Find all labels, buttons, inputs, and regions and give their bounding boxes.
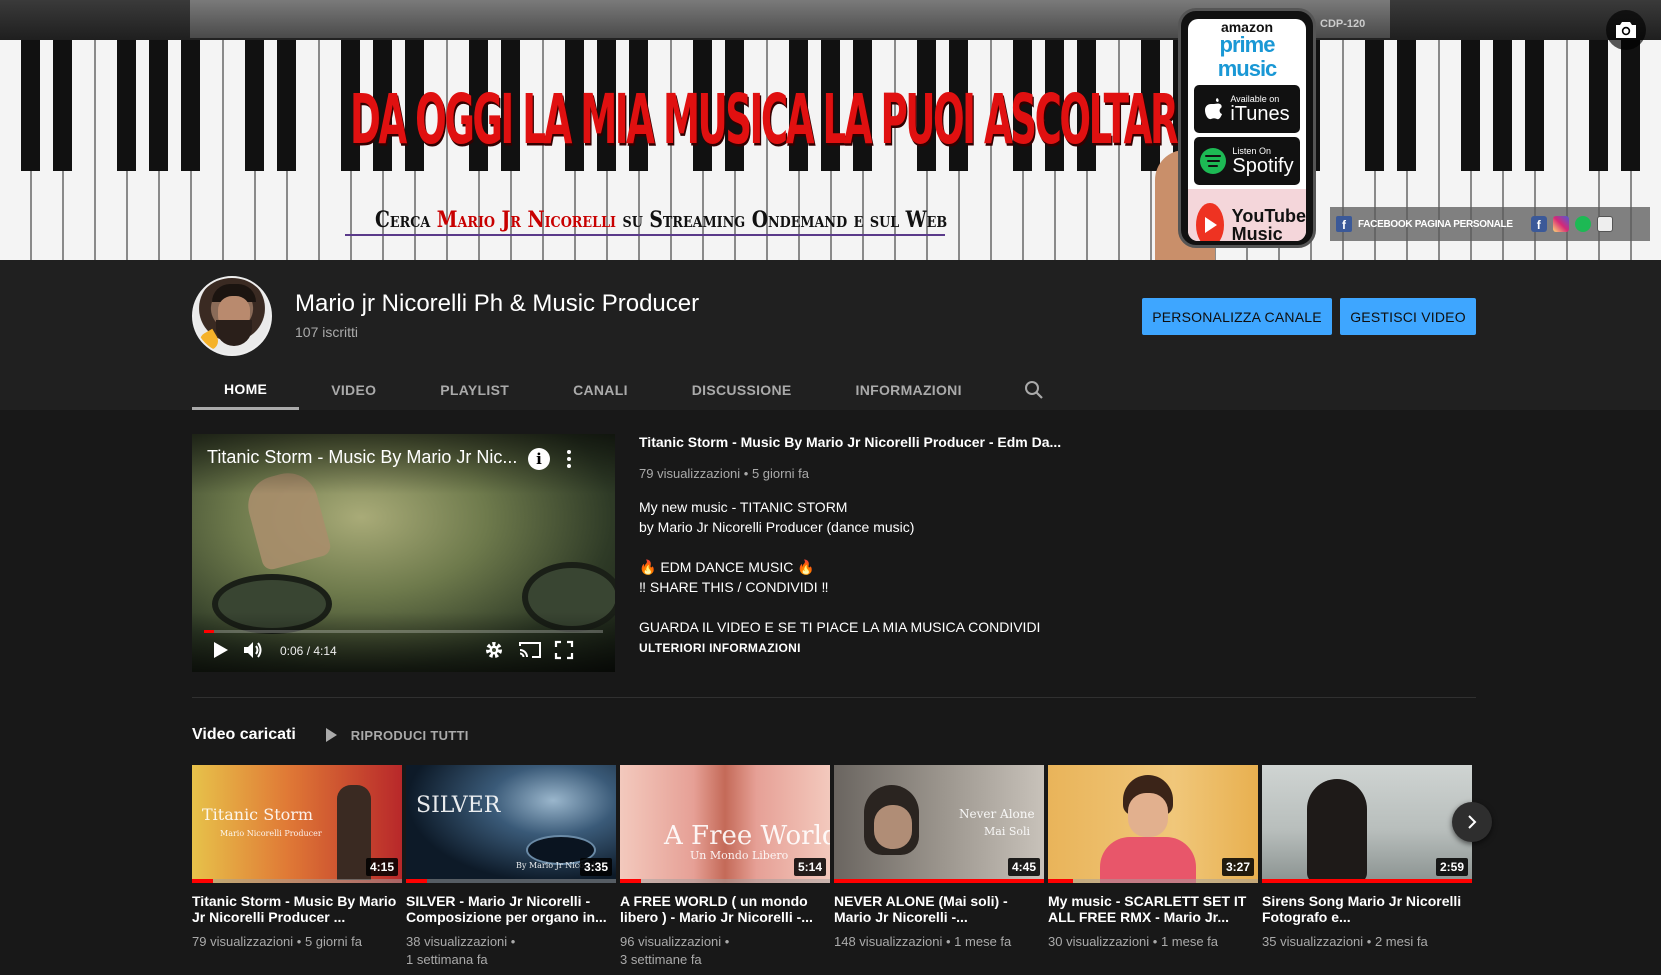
video-thumbnail[interactable]: 2:59	[1262, 765, 1472, 883]
video-duration: 4:15	[365, 858, 398, 876]
phone-art: amazon prime music Available on iTunes Li…	[1178, 8, 1316, 248]
channel-search-icon[interactable]	[1004, 370, 1064, 410]
video-card[interactable]: 2:59 Sirens Song Mario Jr Nicorelli Foto…	[1262, 765, 1472, 951]
featured-video-meta: 79 visualizzazioni • 5 giorni fa	[639, 466, 810, 481]
uploads-shelf-header: Video caricati RIPRODUCI TUTTI	[192, 720, 469, 750]
profile-link-icon[interactable]	[1596, 216, 1613, 232]
prime-music-logo: prime music	[1217, 32, 1278, 81]
spotify-link-icon[interactable]	[1574, 216, 1591, 232]
volume-icon[interactable]	[242, 638, 264, 662]
youtube-music-badge: YouTube Music	[1188, 189, 1306, 241]
tab-discussion[interactable]: DISCUSSIONE	[660, 370, 824, 410]
player-title[interactable]: Titanic Storm - Music By Mario Jr Nic...	[207, 447, 517, 468]
shelf-next-arrow-icon[interactable]	[1452, 802, 1492, 842]
subscriber-count: 107 iscritti	[295, 324, 359, 340]
video-card[interactable]: A Free World Un Mondo Libero 5:14 A FREE…	[620, 765, 830, 969]
video-card[interactable]: SILVER By Mario Jr Nicorelli 3:35 SILVER…	[406, 765, 616, 969]
video-card[interactable]: 3:27 My music - SCARLETT SET IT ALL FREE…	[1048, 765, 1258, 951]
channel-banner: CDP-120 DA OGGI LA MIA MUSICA LA PUOI AS…	[0, 0, 1661, 260]
featured-video-info: Titanic Storm - Music By Mario Jr Nicore…	[639, 434, 1399, 655]
facebook-link-label[interactable]: FACEBOOK PAGINA PERSONALE	[1358, 219, 1513, 230]
player-progress-bar[interactable]	[204, 630, 603, 633]
change-banner-camera-icon[interactable]	[1606, 10, 1646, 50]
play-icon[interactable]	[212, 638, 230, 662]
video-title[interactable]: My music - SCARLETT SET IT ALL FREE RMX …	[1048, 893, 1258, 925]
video-meta: 38 visualizzazioni • 1 settimana fa	[406, 934, 516, 967]
apple-icon	[1205, 98, 1223, 120]
channel-name: Mario jr Nicorelli Ph & Music Producer	[295, 290, 700, 317]
tab-channels[interactable]: CANALI	[541, 370, 660, 410]
keyboard-model-label: CDP-120	[1320, 18, 1366, 30]
facebook-link-icon[interactable]: f	[1336, 216, 1352, 232]
section-divider	[192, 697, 1476, 698]
customize-channel-button[interactable]: PERSONALIZZA CANALE	[1142, 298, 1332, 335]
video-title[interactable]: SILVER - Mario Jr Nicorelli - Composizio…	[406, 893, 616, 925]
featured-video-description: My new music - TITANIC STORM by Mario Jr…	[639, 499, 1041, 635]
channel-header: Mario jr Nicorelli Ph & Music Producer 1…	[0, 260, 1661, 410]
player-time: 0:06 / 4:14	[280, 644, 337, 658]
tab-about[interactable]: INFORMAZIONI	[824, 370, 994, 410]
spotify-badge: Listen On Spotify	[1194, 137, 1300, 185]
more-options-icon[interactable]	[564, 448, 574, 470]
home-content: Titanic Storm - Music By Mario Jr Nic...…	[0, 410, 1661, 971]
spotify-icon	[1200, 148, 1227, 174]
video-meta: 30 visualizzazioni • 1 mese fa	[1048, 934, 1219, 949]
itunes-badge: Available on iTunes	[1194, 85, 1300, 133]
channel-avatar[interactable]	[192, 276, 272, 356]
uploads-shelf-title[interactable]: Video caricati	[192, 726, 296, 744]
video-thumbnail[interactable]: 3:27	[1048, 765, 1258, 883]
youtube-music-icon	[1196, 203, 1224, 241]
video-duration: 3:27	[1221, 858, 1254, 876]
video-title[interactable]: NEVER ALONE (Mai soli) - Mario Jr Nicore…	[834, 893, 1044, 925]
cast-icon[interactable]	[518, 638, 542, 662]
read-more-link[interactable]: ULTERIORI INFORMAZIONI	[639, 641, 1399, 655]
video-thumbnail[interactable]: Titanic Storm Mario Nicorelli Producer 4…	[192, 765, 402, 883]
instagram-icon[interactable]	[1552, 216, 1569, 232]
video-title[interactable]: Titanic Storm - Music By Mario Jr Nicore…	[192, 893, 402, 925]
tab-home[interactable]: HOME	[192, 370, 300, 410]
info-icon[interactable]: i	[528, 448, 550, 470]
featured-video-player[interactable]: Titanic Storm - Music By Mario Jr Nic...…	[192, 434, 615, 672]
video-thumbnail[interactable]: A Free World Un Mondo Libero 5:14	[620, 765, 830, 883]
settings-gear-icon[interactable]	[484, 638, 504, 662]
fullscreen-icon[interactable]	[554, 638, 574, 662]
video-duration: 2:59	[1435, 858, 1468, 876]
uploads-shelf: Titanic Storm Mario Nicorelli Producer 4…	[192, 765, 1472, 975]
play-all-icon	[325, 728, 337, 742]
video-meta: 79 visualizzazioni • 5 giorni fa	[192, 934, 363, 949]
play-all-button[interactable]: RIPRODUCI TUTTI	[325, 728, 469, 743]
manage-videos-button[interactable]: GESTISCI VIDEO	[1340, 298, 1476, 335]
channel-links-bar: f FACEBOOK PAGINA PERSONALE f	[1330, 207, 1650, 241]
channel-tabs: HOME VIDEO PLAYLIST CANALI DISCUSSIONE I…	[192, 370, 1064, 410]
video-meta: 148 visualizzazioni • 1 mese fa	[834, 934, 1012, 949]
video-meta: 96 visualizzazioni • 3 settimane fa	[620, 934, 730, 967]
video-meta: 35 visualizzazioni • 2 mesi fa	[1262, 934, 1428, 949]
tab-video[interactable]: VIDEO	[299, 370, 408, 410]
video-duration: 5:14	[793, 858, 826, 876]
video-card[interactable]: Never Alone Mai Soli 4:45 NEVER ALONE (M…	[834, 765, 1044, 951]
video-thumbnail[interactable]: SILVER By Mario Jr Nicorelli 3:35	[406, 765, 616, 883]
video-duration: 3:35	[579, 858, 612, 876]
video-thumbnail[interactable]: Never Alone Mai Soli 4:45	[834, 765, 1044, 883]
facebook-icon[interactable]: f	[1530, 216, 1547, 232]
video-title[interactable]: Sirens Song Mario Jr Nicorelli Fotografo…	[1262, 893, 1472, 925]
tab-playlist[interactable]: PLAYLIST	[408, 370, 541, 410]
video-duration: 4:45	[1007, 858, 1040, 876]
banner-headline: DA OGGI LA MIA MUSICA LA PUOI ASCOLTARE …	[350, 79, 1276, 161]
video-title[interactable]: A FREE WORLD ( un mondo libero ) - Mario…	[620, 893, 830, 925]
banner-subline: Cerca Mario Jr Nicorelli su Streaming On…	[375, 207, 948, 233]
video-card[interactable]: Titanic Storm Mario Nicorelli Producer 4…	[192, 765, 402, 951]
featured-video-title[interactable]: Titanic Storm - Music By Mario Jr Nicore…	[639, 434, 1399, 450]
